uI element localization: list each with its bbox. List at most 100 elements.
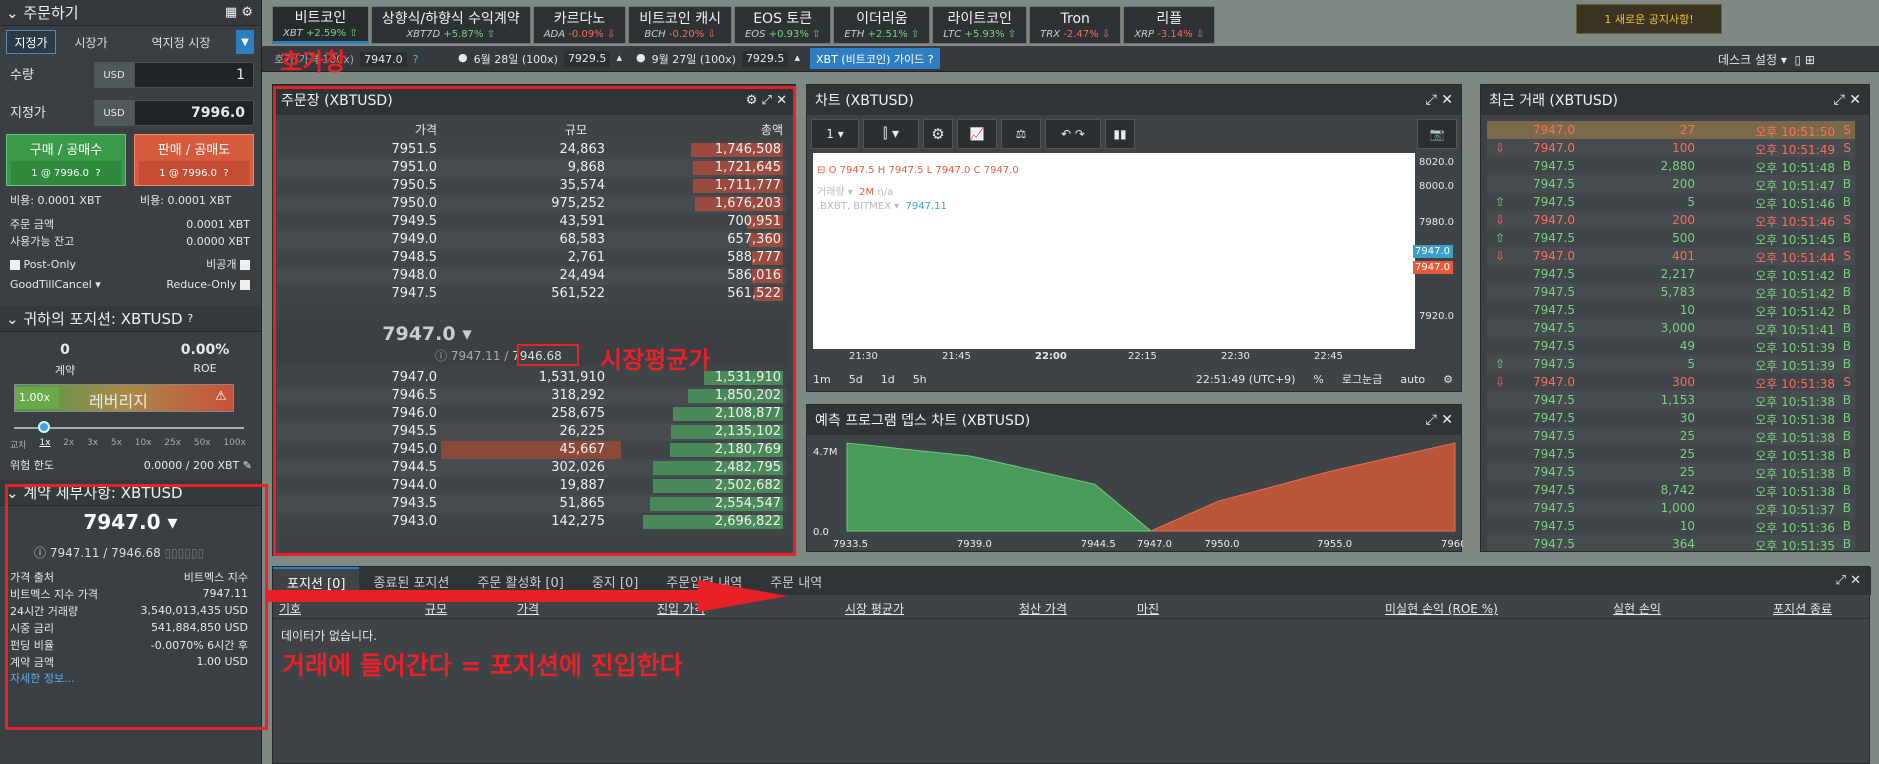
post-only-checkbox[interactable]	[10, 259, 20, 270]
positions-column[interactable]: 포지션 종료	[1773, 600, 1832, 617]
trade-row: 7947.5 364 오후 10:51:35 B	[1487, 535, 1855, 551]
lev-tick[interactable]: 2x	[63, 438, 74, 451]
instrument-tab[interactable]: 상향식/하향식 수익계약 XBT7D +5.87% ⇧	[370, 6, 531, 44]
lev-tick[interactable]: 교차	[10, 438, 27, 451]
buy-button[interactable]: 구매 / 공매수 1 @ 7996.0 ?	[6, 134, 126, 186]
post-only-label: Post-Only	[23, 257, 77, 271]
help-icon[interactable]: ?	[95, 168, 100, 179]
qty-input[interactable]: 1	[134, 62, 254, 88]
trade-size: 10	[1679, 519, 1695, 533]
positions-column[interactable]: 실현 손익	[1613, 600, 1661, 617]
help-icon[interactable]: ?	[187, 312, 193, 325]
trade-size: 200	[1672, 177, 1695, 191]
expand-icon[interactable]: ⤢	[1834, 92, 1845, 108]
compare-icon[interactable]: ⚖	[1001, 119, 1041, 149]
depth-chart[interactable]: 4.7M 0.0 7933.5 7939.0 7944.5 7947.0 7950.0 795…	[807, 435, 1463, 553]
lev-tick[interactable]: 100x	[223, 438, 246, 451]
tab-limit[interactable]: 지정가	[6, 30, 56, 54]
trades-title: 최근 거래 (XBTUSD)	[1489, 93, 1619, 109]
edit-icon[interactable]: ✎	[243, 459, 252, 472]
trade-side: B	[1842, 411, 1851, 425]
buy-sub: 1 @ 7996.0	[31, 167, 90, 179]
hidden-checkbox[interactable]	[240, 260, 250, 270]
candle-icon[interactable]: ⫿ ▾	[863, 119, 919, 149]
range-button[interactable]: 5h	[913, 373, 927, 386]
calculator-icon[interactable]: ▦	[225, 5, 237, 20]
instrument-tab[interactable]: 비트코인 캐시 BCH -0.20% ⇩	[628, 6, 732, 44]
lev-tick[interactable]: 50x	[194, 438, 211, 451]
collapse-icon[interactable]: ⌄	[6, 310, 19, 328]
bars-icon[interactable]: ▮▮	[1105, 119, 1135, 149]
help-icon[interactable]: ?	[928, 53, 934, 66]
risk-value: 0.0000 / 200 XBT	[143, 458, 240, 472]
pct-toggle[interactable]: %	[1313, 373, 1323, 386]
tab-symbol: XBT	[283, 27, 303, 39]
positions-column[interactable]: 시장 평균가	[845, 600, 904, 617]
future-1[interactable]: ● 6월 28일 (100x) 7929.5 ▴	[458, 51, 622, 67]
gear-icon[interactable]: ⚙	[1443, 373, 1453, 386]
gear-icon[interactable]: ⚙	[923, 119, 953, 149]
chart-area[interactable]: ⊟ O 7947.5 H 7947.5 L 7947.0 C 7947.0 거래…	[813, 153, 1415, 349]
guide-button[interactable]: XBT (비트코인) 가이드 ?	[810, 48, 940, 69]
instrument-tab[interactable]: EOS 토큰 EOS +0.93% ⇧	[733, 6, 832, 44]
lev-tick[interactable]: 3x	[87, 438, 98, 451]
interval-select[interactable]: 1 ▾	[811, 119, 859, 149]
expand-icon[interactable]: ⤢	[1836, 573, 1846, 588]
tab-stop-market[interactable]: 역지정 시장	[126, 30, 236, 54]
lev-tick[interactable]: 5x	[111, 438, 122, 451]
desk-settings[interactable]: 데스크 설정 ▾ ▯ ⊞	[1718, 51, 1815, 68]
sell-button[interactable]: 판매 / 공매도 1 @ 7996.0 ?	[134, 134, 254, 186]
close-icon[interactable]: ✕	[1441, 412, 1453, 428]
leverage-bar[interactable]: 1.00x 레버리지 ⚠	[14, 384, 234, 412]
trade-side: B	[1842, 339, 1851, 353]
undo-redo-icon[interactable]: ↶ ↷	[1045, 119, 1101, 149]
log-toggle[interactable]: 로그눈금	[1342, 371, 1382, 387]
instrument-tab[interactable]: 라이트코인 LTC +5.93% ⇧	[932, 6, 1028, 44]
avail-label: 사용가능 잔고	[10, 235, 75, 248]
tif-select[interactable]: GoodTillCancel ▾	[10, 278, 101, 291]
trade-size: 364	[1672, 537, 1695, 551]
close-icon[interactable]: ✕	[1849, 92, 1861, 108]
close-icon[interactable]: ✕	[1441, 92, 1453, 108]
trade-time: 오후 10:51:42	[1755, 287, 1835, 301]
range-button[interactable]: 1d	[881, 373, 895, 386]
leverage-label: 레버리지	[89, 392, 148, 411]
chevron-down-icon[interactable]: ▼	[236, 30, 254, 54]
notice-banner[interactable]: 1 새로운 공지사항!	[1576, 4, 1722, 34]
lev-tick[interactable]: 10x	[135, 438, 152, 451]
trade-price: 7947.5	[1533, 267, 1575, 281]
collapse-icon[interactable]: ⌄	[6, 4, 19, 22]
trade-side: B	[1842, 483, 1851, 497]
reduce-only-checkbox[interactable]	[240, 280, 250, 290]
expand-icon[interactable]: ⤢	[1426, 92, 1437, 108]
tab-change-pct: -0.20%	[668, 28, 705, 40]
price-tag-last: 7947.0	[1413, 261, 1453, 274]
camera-icon[interactable]: 📷	[1417, 119, 1457, 149]
future-2[interactable]: ● 9월 27일 (100x) 7929.5 ▴	[636, 51, 800, 67]
trade-row: 7947.5 2,217 오후 10:51:42 B	[1487, 265, 1855, 283]
tab-market[interactable]: 시장가	[56, 30, 126, 54]
help-icon[interactable]: ?	[413, 53, 419, 66]
positions-column[interactable]: 청산 가격	[1019, 600, 1067, 617]
instrument-tab[interactable]: 비트코인 XBT +2.59% ⇧	[272, 6, 369, 44]
instrument-tab[interactable]: Tron TRX -2.47% ⇩	[1029, 6, 1122, 44]
expand-icon[interactable]: ⤢	[1426, 412, 1437, 428]
price-input[interactable]: 7996.0	[134, 100, 254, 126]
lev-tick[interactable]: 1x	[39, 438, 50, 451]
lev-tick[interactable]: 25x	[164, 438, 181, 451]
indicators-icon[interactable]: 📈	[957, 119, 997, 149]
positions-column[interactable]: 미실현 손익 (ROE %)	[1385, 600, 1498, 617]
range-button[interactable]: 5d	[849, 373, 863, 386]
slider-handle[interactable]	[38, 421, 50, 433]
positions-column[interactable]: 마진	[1137, 600, 1159, 617]
instrument-tab[interactable]: 이더리움 ETH +2.51% ⇧	[833, 6, 931, 44]
range-button[interactable]: 1m	[813, 373, 831, 386]
close-icon[interactable]: ✕	[1850, 573, 1861, 588]
instrument-tab[interactable]: 카르다노 ADA -0.09% ⇩	[532, 6, 627, 44]
auto-toggle[interactable]: auto	[1400, 373, 1425, 386]
trade-row: ⇧ 7947.5 5 오후 10:51:46 B	[1487, 193, 1855, 211]
chart-volume: 거래량 ▾ 2M n/a	[817, 187, 894, 198]
instrument-tab[interactable]: 리플 XRP -3.14% ⇩	[1123, 6, 1216, 44]
help-icon[interactable]: ?	[223, 168, 228, 179]
gear-icon[interactable]: ⚙	[241, 5, 253, 20]
